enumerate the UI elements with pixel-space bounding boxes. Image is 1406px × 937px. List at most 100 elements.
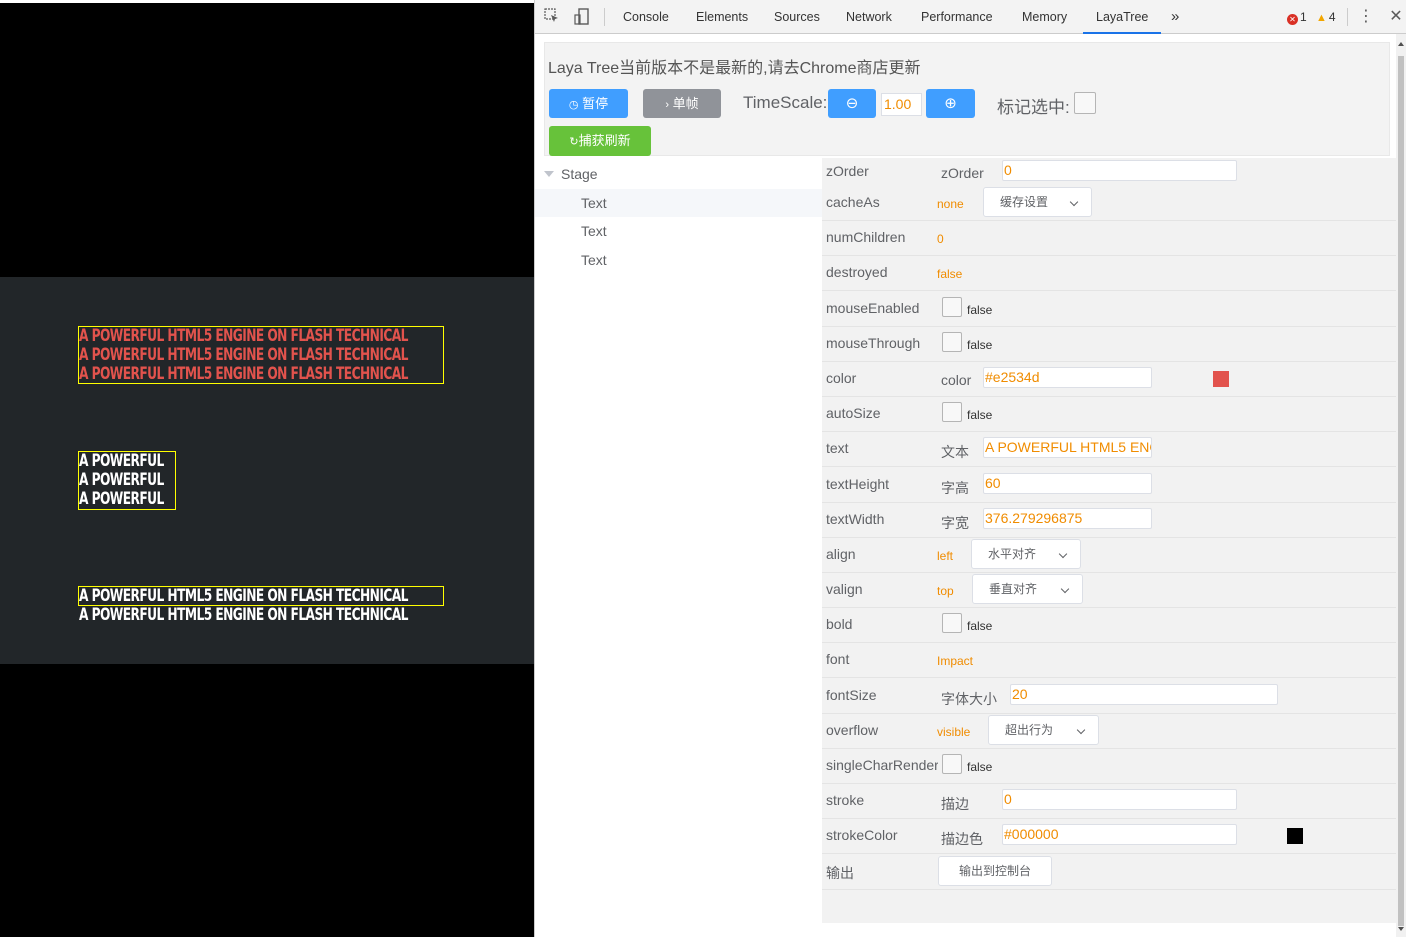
chevron-down-icon (1060, 584, 1070, 594)
prop-row-mouseenabled: mouseEnabled false (822, 292, 1397, 327)
mousethrough-checkbox[interactable] (942, 332, 962, 352)
fontsize-input[interactable]: 20 (1010, 684, 1278, 705)
tab-elements[interactable]: Elements (696, 0, 748, 34)
scroll-thumb[interactable] (1398, 56, 1404, 926)
game-canvas[interactable]: A POWERFUL HTML5 ENGINE ON FLASH TECHNIC… (0, 3, 534, 937)
scroll-up-icon[interactable] (1398, 42, 1404, 46)
error-count[interactable]: ✕ 1 (1287, 10, 1307, 25)
text-line: A POWERFUL (79, 489, 164, 509)
tree-node-text[interactable]: Text (535, 246, 822, 274)
devtools-toolbar: Console Elements Sources Network Perform… (535, 0, 1406, 34)
inspect-element-icon[interactable] (543, 8, 561, 26)
error-icon: ✕ (1287, 14, 1298, 25)
timescale-label: TimeScale: (743, 93, 828, 112)
plus-circle-icon: ⊕ (944, 95, 957, 112)
laya-header: Laya Tree当前版本不是最新的,请去Chrome商店更新 ◷ 暂停 › 单… (544, 42, 1390, 156)
tab-layatree[interactable]: LayaTree (1083, 0, 1162, 34)
prop-row-color: color color #e2534d (822, 362, 1397, 397)
property-panel: zOrder zOrder 0 cacheAs none 缓存设置 numChi… (822, 158, 1397, 937)
text-line: A POWERFUL HTML5 ENGINE ON FLASH TECHNIC… (79, 605, 408, 625)
minus-circle-icon: ⊖ (845, 95, 859, 112)
singlecharrender-checkbox[interactable] (942, 754, 962, 774)
caret-down-icon[interactable] (544, 171, 554, 177)
prop-row-autosize: autoSize false (822, 397, 1397, 432)
stroke-input[interactable]: 0 (1002, 789, 1237, 810)
tree-node-stage[interactable]: Stage (535, 160, 822, 188)
device-toolbar-icon[interactable] (573, 8, 591, 26)
timescale-increase-button[interactable]: ⊕ (926, 89, 975, 118)
tree-node-text[interactable]: Text (535, 217, 822, 245)
color-swatch[interactable] (1213, 371, 1229, 387)
text-line: A POWERFUL HTML5 ENGINE ON FLASH TECHNIC… (79, 364, 408, 384)
prop-row-stroke: stroke 描边 0 (822, 784, 1397, 819)
prop-row-destroyed: destroyed false (822, 256, 1397, 291)
prop-row-singlecharrender: singleCharRender false (822, 749, 1397, 784)
tab-sources[interactable]: Sources (774, 0, 820, 34)
text-line: A POWERFUL HTML5 ENGINE ON FLASH TECHNIC… (79, 586, 408, 606)
prop-row-valign: valign top 垂直对齐 (822, 573, 1397, 608)
text-line: A POWERFUL (79, 451, 164, 471)
bold-checkbox[interactable] (942, 613, 962, 633)
warning-count[interactable]: ▲ 4 (1316, 10, 1336, 25)
strokecolor-input[interactable]: #000000 (1002, 824, 1237, 845)
scrollbar[interactable] (1396, 34, 1406, 937)
prop-row-bold: bold false (822, 608, 1397, 643)
step-frame-button[interactable]: › 单帧 (643, 89, 721, 118)
tree-node-text[interactable]: Text (535, 189, 822, 217)
warning-icon: ▲ (1316, 12, 1327, 24)
prop-row-text: text 文本 A POWERFUL HTML5 ENGINE ON FLASH… (822, 432, 1397, 467)
timescale-input[interactable]: 1.00 (881, 93, 922, 116)
output-to-console-button[interactable]: 输出到控制台 (938, 856, 1052, 886)
prop-row-font: font Impact (822, 643, 1397, 678)
prop-row-strokecolor: strokeColor 描边色 #000000 (822, 819, 1397, 854)
toolbar-separator (1347, 8, 1348, 26)
prop-row-align: align left 水平对齐 (822, 538, 1397, 573)
text-block-white[interactable]: A POWERFUL HTML5 ENGINE ON FLASH TECHNIC… (78, 586, 444, 625)
tab-performance[interactable]: Performance (921, 0, 993, 34)
textheight-input[interactable]: 60 (983, 473, 1152, 494)
text-line: A POWERFUL HTML5 ENGINE ON FLASH TECHNIC… (79, 345, 408, 365)
update-notice: Laya Tree当前版本不是最新的,请去Chrome商店更新 (548, 60, 921, 77)
textwidth-input[interactable]: 376.279296875 (983, 508, 1152, 529)
overflow-select[interactable]: 超出行为 (988, 715, 1099, 745)
valign-select[interactable]: 垂直对齐 (972, 574, 1083, 604)
close-icon[interactable]: ✕ (1387, 8, 1405, 26)
mark-selected-label: 标记选中: (997, 98, 1070, 117)
prop-row-cacheas: cacheAs none 缓存设置 (822, 186, 1397, 221)
refresh-icon: ↻ (569, 136, 579, 148)
autosize-checkbox[interactable] (942, 402, 962, 422)
prop-row-fontsize: fontSize 字体大小 20 (822, 679, 1397, 714)
chevron-down-icon (1069, 197, 1079, 207)
capture-refresh-button[interactable]: ↻捕获刷新 (549, 126, 651, 156)
tab-memory[interactable]: Memory (1022, 0, 1067, 34)
strokecolor-swatch[interactable] (1287, 828, 1303, 844)
text-block-red[interactable]: A POWERFUL HTML5 ENGINE ON FLASH TECHNIC… (78, 326, 444, 384)
scroll-down-icon[interactable] (1398, 927, 1404, 931)
text-input[interactable]: A POWERFUL HTML5 ENGINE ON FLASH TECHNIC… (983, 437, 1152, 458)
more-tabs-icon[interactable]: » (1171, 0, 1179, 34)
pause-button[interactable]: ◷ 暂停 (549, 89, 628, 118)
prop-row-textwidth: textWidth 字宽 376.279296875 (822, 503, 1397, 538)
mark-selected-checkbox[interactable] (1074, 92, 1096, 114)
chevron-right-icon: › (665, 99, 670, 111)
chevron-down-icon (1076, 725, 1086, 735)
clock-icon: ◷ (568, 99, 579, 111)
color-input[interactable]: #e2534d (983, 367, 1152, 388)
stage-area: A POWERFUL HTML5 ENGINE ON FLASH TECHNIC… (0, 277, 534, 664)
prop-row-overflow: overflow visible 超出行为 (822, 714, 1397, 749)
cacheas-select[interactable]: 缓存设置 (983, 187, 1092, 217)
tab-network[interactable]: Network (846, 0, 892, 34)
kebab-menu-icon[interactable]: ⋮ (1357, 8, 1375, 26)
node-tree: Stage Text Text Text (535, 160, 822, 937)
align-select[interactable]: 水平对齐 (971, 539, 1081, 569)
tab-console[interactable]: Console (623, 0, 669, 34)
zorder-input[interactable]: 0 (1002, 160, 1237, 181)
toolbar-separator (604, 8, 605, 26)
mouseenabled-checkbox[interactable] (942, 297, 962, 317)
prop-row-output: 输出 输出到控制台 (822, 855, 1397, 890)
timescale-decrease-button[interactable]: ⊖ (828, 89, 876, 118)
chevron-down-icon (1058, 549, 1068, 559)
prop-row-mousethrough: mouseThrough false (822, 327, 1397, 362)
panel-footer (822, 923, 1397, 937)
text-block-short[interactable]: A POWERFUL A POWERFUL A POWERFUL (78, 451, 176, 510)
